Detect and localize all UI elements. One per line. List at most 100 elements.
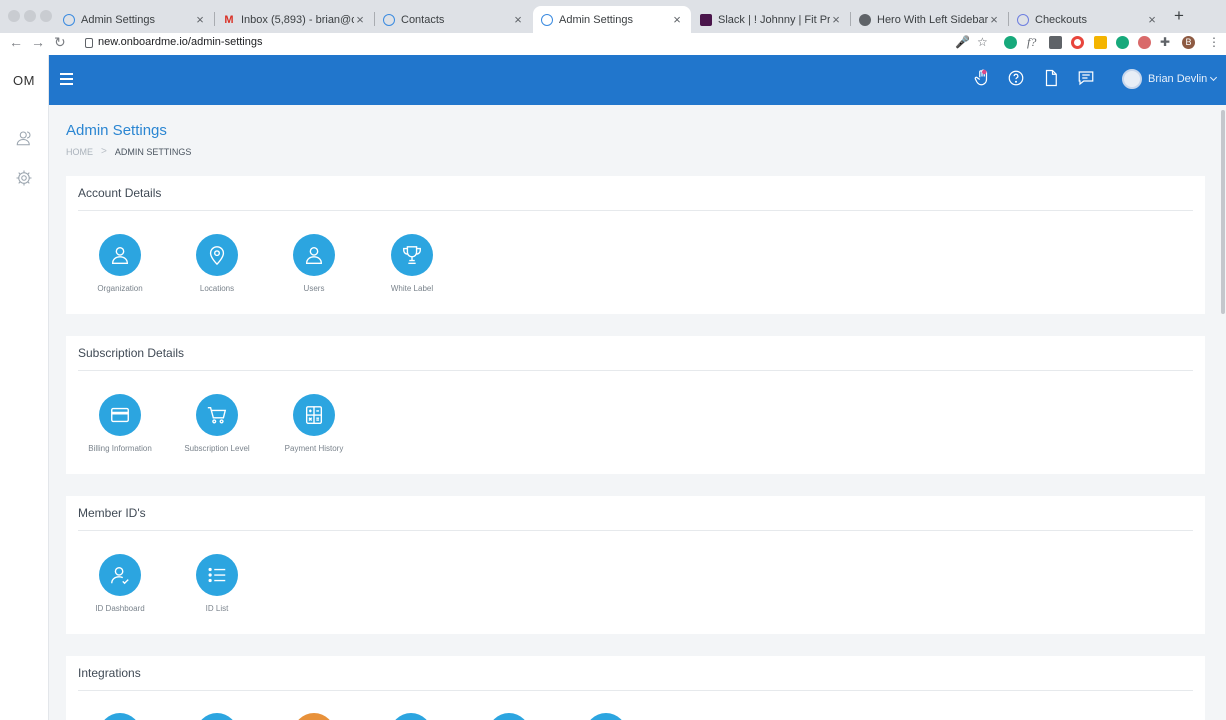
id-list-tile[interactable]: ID List (167, 554, 267, 613)
tile-label[interactable]: Billing Information (70, 444, 170, 453)
users-tile[interactable]: Users (264, 234, 364, 293)
notes-extension-icon[interactable] (1094, 36, 1107, 49)
browser-tab-title: Hero With Left Sidebar (877, 13, 988, 26)
gear-icon[interactable] (15, 169, 33, 187)
browser-menu-icon[interactable]: ⋮ (1208, 35, 1220, 49)
white-label-tile[interactable]: White Label (362, 234, 462, 293)
user-name[interactable]: Brian Devlin (1148, 73, 1207, 85)
user-menu[interactable]: Brian Devlin (1122, 69, 1218, 89)
chevron-down-icon[interactable] (1210, 73, 1218, 82)
breadcrumb-home[interactable]: HOME (66, 147, 93, 157)
browser-tab[interactable]: Checkouts × (1009, 6, 1166, 33)
window-close-dot[interactable] (8, 10, 20, 22)
document-icon[interactable] (1042, 69, 1060, 87)
help-circle-icon[interactable] (1007, 69, 1025, 87)
breadcrumb: HOME > ADMIN SETTINGS (66, 146, 191, 157)
grammarly-extension-icon[interactable] (1004, 36, 1017, 49)
tile-label[interactable]: ID List (167, 604, 267, 613)
app-logo[interactable]: OM (13, 73, 35, 88)
tile-label[interactable]: White Label (362, 284, 462, 293)
user-check-icon (111, 566, 129, 585)
tile-label[interactable]: Users (264, 284, 364, 293)
tile-label[interactable]: ID Dashboard (70, 604, 170, 613)
list-icon (208, 567, 226, 583)
browser-tab[interactable]: Admin Settings × (55, 6, 214, 33)
subscription-level-tile[interactable]: Subscription Level (167, 394, 267, 453)
user-avatar[interactable] (1122, 69, 1142, 89)
section-title: Subscription Details (78, 346, 185, 360)
close-tab-icon[interactable]: × (512, 12, 524, 27)
lock-icon[interactable] (85, 38, 93, 48)
billing-information-tile[interactable]: Billing Information (70, 394, 170, 453)
browser-tab-title: Checkouts (1035, 13, 1087, 26)
hamburger-menu-icon[interactable] (60, 73, 73, 88)
close-tab-icon[interactable]: × (671, 12, 683, 27)
close-tab-icon[interactable]: × (830, 12, 842, 27)
tile-label[interactable]: Locations (167, 284, 267, 293)
onboardme-favicon-icon (63, 13, 75, 26)
browser-tab[interactable]: Hero With Left Sidebar × (851, 6, 1008, 33)
breadcrumb-separator-icon: > (101, 146, 107, 157)
browser-tab-title: Slack | ! Johnny | Fit Pro Evol (718, 13, 830, 26)
hand-pointer-icon[interactable] (973, 69, 991, 87)
id-dashboard-tile[interactable]: ID Dashboard (70, 554, 170, 613)
payment-history-button[interactable] (293, 394, 335, 436)
app-header: Brian Devlin (49, 55, 1226, 105)
tile-label[interactable]: Subscription Level (167, 444, 267, 453)
window-zoom-dot[interactable] (40, 10, 52, 22)
member-ids-card: Member ID's ID Dashboard ID List (66, 496, 1205, 634)
billing-information-button[interactable] (99, 394, 141, 436)
new-tab-button[interactable]: + (1174, 6, 1184, 26)
organization-tile[interactable]: Organization (70, 234, 170, 293)
subscription-level-button[interactable] (196, 394, 238, 436)
section-title: Account Details (78, 186, 162, 200)
browser-tab[interactable]: Slack | ! Johnny | Fit Pro Evol × (692, 6, 850, 33)
id-list-button[interactable] (196, 554, 238, 596)
browser-tab[interactable]: Contacts × (375, 6, 532, 33)
cookie-extension-icon[interactable] (1138, 36, 1151, 49)
breadcrumb-current: ADMIN SETTINGS (114, 146, 192, 157)
browser-tab-strip: Admin Settings × M Inbox (5,893) - brian… (0, 0, 1226, 33)
users-button[interactable] (293, 234, 335, 276)
profile-avatar[interactable]: B (1182, 36, 1195, 49)
id-dashboard-button[interactable] (99, 554, 141, 596)
users-icon[interactable] (15, 129, 33, 147)
puzzle-extensions-icon[interactable]: ✚ (1160, 35, 1170, 49)
chat-icon[interactable] (1077, 69, 1095, 87)
locations-button[interactable] (196, 234, 238, 276)
credit-card-icon (111, 407, 129, 423)
divider (78, 370, 1193, 371)
white-label-button[interactable] (391, 234, 433, 276)
slack-favicon-icon (700, 13, 712, 26)
font-extension-icon[interactable]: f? (1027, 35, 1036, 50)
payment-history-tile[interactable]: Payment History (264, 394, 364, 453)
calculator-icon (305, 406, 323, 424)
tile-label[interactable]: Payment History (264, 444, 364, 453)
camera-extension-icon[interactable] (1049, 36, 1062, 49)
checkouts-favicon-icon (1017, 13, 1029, 26)
browser-toolbar: ← → ↻ new.onboardme.io/admin-settings 🎤 … (0, 33, 1226, 55)
browser-tab-title: Admin Settings (81, 13, 155, 26)
tile-label[interactable]: Organization (70, 284, 170, 293)
reload-icon[interactable]: ↻ (54, 34, 66, 51)
locations-tile[interactable]: Locations (167, 234, 267, 293)
close-tab-icon[interactable]: × (988, 12, 1000, 27)
organization-button[interactable] (99, 234, 141, 276)
microphone-icon[interactable]: 🎤 (955, 35, 970, 49)
bookmark-star-icon[interactable]: ☆ (977, 35, 988, 49)
window-minimize-dot[interactable] (24, 10, 36, 22)
color-extension-icon[interactable] (1071, 36, 1084, 49)
forward-arrow-icon[interactable]: → (31, 34, 45, 50)
browser-tab-title: Admin Settings (559, 13, 633, 26)
close-tab-icon[interactable]: × (354, 12, 366, 27)
close-tab-icon[interactable]: × (1146, 12, 1158, 27)
address-bar-url[interactable]: new.onboardme.io/admin-settings (98, 36, 262, 48)
back-arrow-icon[interactable]: ← (9, 34, 23, 50)
page-scrollbar[interactable] (1221, 110, 1225, 314)
trophy-icon (403, 246, 421, 264)
close-tab-icon[interactable]: × (194, 12, 206, 27)
divider (78, 690, 1193, 691)
bug-extension-icon[interactable] (1116, 36, 1129, 49)
browser-tab[interactable]: M Inbox (5,893) - brian@onboa × (215, 6, 374, 33)
browser-tab-active[interactable]: Admin Settings × (533, 6, 691, 33)
